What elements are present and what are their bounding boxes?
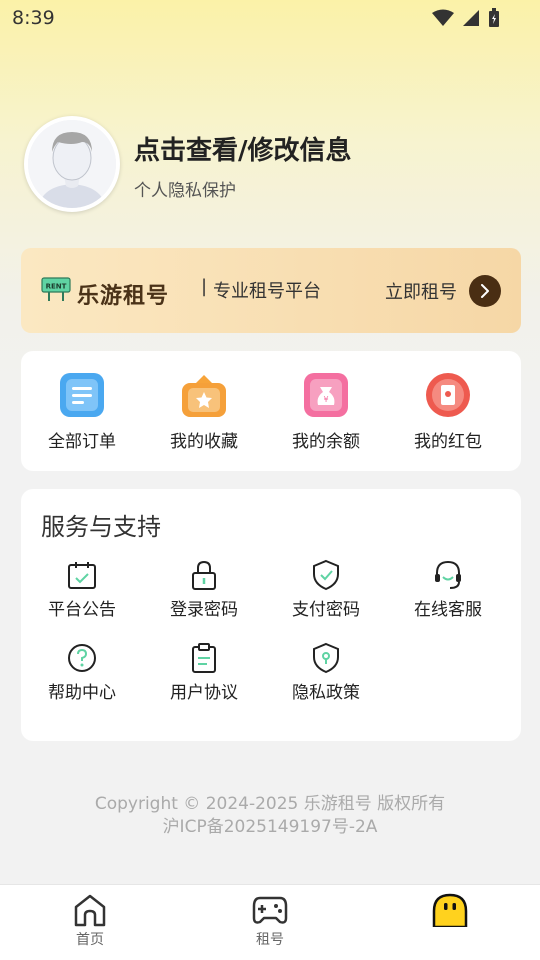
help-center-button[interactable]: 帮助中心 bbox=[21, 642, 143, 703]
all-orders-button[interactable]: 全部订单 bbox=[21, 371, 143, 452]
wifi-icon bbox=[432, 9, 454, 26]
profile-subtitle: 个人隐私保护 bbox=[134, 181, 236, 201]
nav-rent-label: 租号 bbox=[256, 932, 284, 948]
battery-icon bbox=[489, 8, 499, 27]
payment-password-label: 支付密码 bbox=[292, 600, 360, 620]
help-icon bbox=[68, 644, 96, 672]
profile-name[interactable]: 点击查看/修改信息 bbox=[134, 130, 352, 167]
favorites-button[interactable]: 我的收藏 bbox=[143, 371, 265, 452]
profile-section[interactable]: 点击查看/修改信息 个人隐私保护 bbox=[22, 116, 522, 212]
rent-now-link[interactable]: 立即租号 bbox=[385, 278, 457, 304]
avatar[interactable] bbox=[24, 116, 120, 212]
nav-rent[interactable]: 租号 bbox=[230, 893, 310, 949]
login-password-button[interactable]: 登录密码 bbox=[143, 559, 265, 620]
status-time: 8:39 bbox=[12, 7, 55, 29]
red-packet-icon bbox=[426, 373, 470, 417]
favorites-icon bbox=[182, 375, 226, 417]
login-password-label: 登录密码 bbox=[170, 600, 238, 620]
nav-home[interactable]: 首页 bbox=[50, 893, 130, 949]
lock-icon bbox=[192, 560, 216, 590]
orders-card: 全部订单 我的收藏 ¥ 我的余额 我的红包 bbox=[21, 351, 521, 471]
order-list-icon bbox=[60, 373, 104, 417]
privacy-policy-label: 隐私政策 bbox=[292, 683, 360, 703]
chevron-right-icon bbox=[481, 284, 489, 298]
rent-now-button[interactable] bbox=[469, 275, 501, 307]
gamepad-icon bbox=[252, 896, 288, 924]
calendar-icon bbox=[68, 562, 96, 589]
privacy-policy-button[interactable]: 隐私政策 bbox=[265, 642, 387, 703]
status-icons bbox=[432, 8, 500, 28]
all-orders-label: 全部订单 bbox=[48, 432, 116, 452]
favorites-label: 我的收藏 bbox=[170, 432, 238, 452]
red-packet-label: 我的红包 bbox=[414, 432, 482, 452]
banner-slogan: 专业租号平台 bbox=[213, 281, 321, 302]
default-avatar-icon bbox=[28, 120, 116, 208]
nav-home-label: 首页 bbox=[76, 932, 104, 948]
bottom-nav: 首页 租号 bbox=[0, 884, 540, 960]
smiley-icon bbox=[432, 893, 468, 927]
announcement-label: 平台公告 bbox=[48, 600, 116, 620]
user-agreement-button[interactable]: 用户协议 bbox=[143, 642, 265, 703]
banner-separator: | bbox=[201, 276, 208, 297]
icp-line: 沪ICP备2025149197号-2A bbox=[162, 817, 378, 837]
brand-name: 乐游租号 bbox=[77, 284, 170, 309]
rent-sign-text: RENT bbox=[46, 283, 67, 291]
services-title: 服务与支持 bbox=[41, 513, 161, 541]
nav-mine[interactable] bbox=[410, 893, 490, 929]
balance-button[interactable]: ¥ 我的余额 bbox=[265, 371, 387, 452]
rent-banner[interactable]: RENT 乐游租号 | 专业租号平台 立即租号 bbox=[21, 248, 521, 333]
signal-icon bbox=[463, 10, 479, 26]
red-packet-button[interactable]: 我的红包 bbox=[387, 371, 509, 452]
user-agreement-label: 用户协议 bbox=[170, 683, 238, 703]
svg-text:¥: ¥ bbox=[323, 395, 328, 404]
balance-label: 我的余额 bbox=[292, 432, 360, 452]
payment-password-button[interactable]: 支付密码 bbox=[265, 559, 387, 620]
status-bar: 8:39 bbox=[0, 0, 540, 36]
announcement-button[interactable]: 平台公告 bbox=[21, 559, 143, 620]
help-center-label: 帮助中心 bbox=[48, 683, 116, 703]
balance-icon: ¥ bbox=[304, 373, 348, 417]
copyright: Copyright © 2024-2025 乐游租号 版权所有 沪ICP备202… bbox=[0, 793, 540, 839]
customer-service-button[interactable]: 在线客服 bbox=[387, 559, 509, 620]
home-icon bbox=[74, 894, 106, 927]
headset-icon bbox=[435, 560, 461, 589]
services-card: 服务与支持 平台公告 登录密码 支付密码 在线客服 帮助中心 用户协议 隐私政策 bbox=[21, 489, 521, 741]
clipboard-icon bbox=[192, 643, 216, 673]
copyright-line: Copyright © 2024-2025 乐游租号 版权所有 bbox=[94, 794, 446, 814]
privacy-shield-icon bbox=[313, 642, 339, 674]
customer-service-label: 在线客服 bbox=[414, 600, 482, 620]
rent-sign-icon: RENT bbox=[41, 277, 71, 301]
shield-check-icon bbox=[313, 559, 339, 591]
